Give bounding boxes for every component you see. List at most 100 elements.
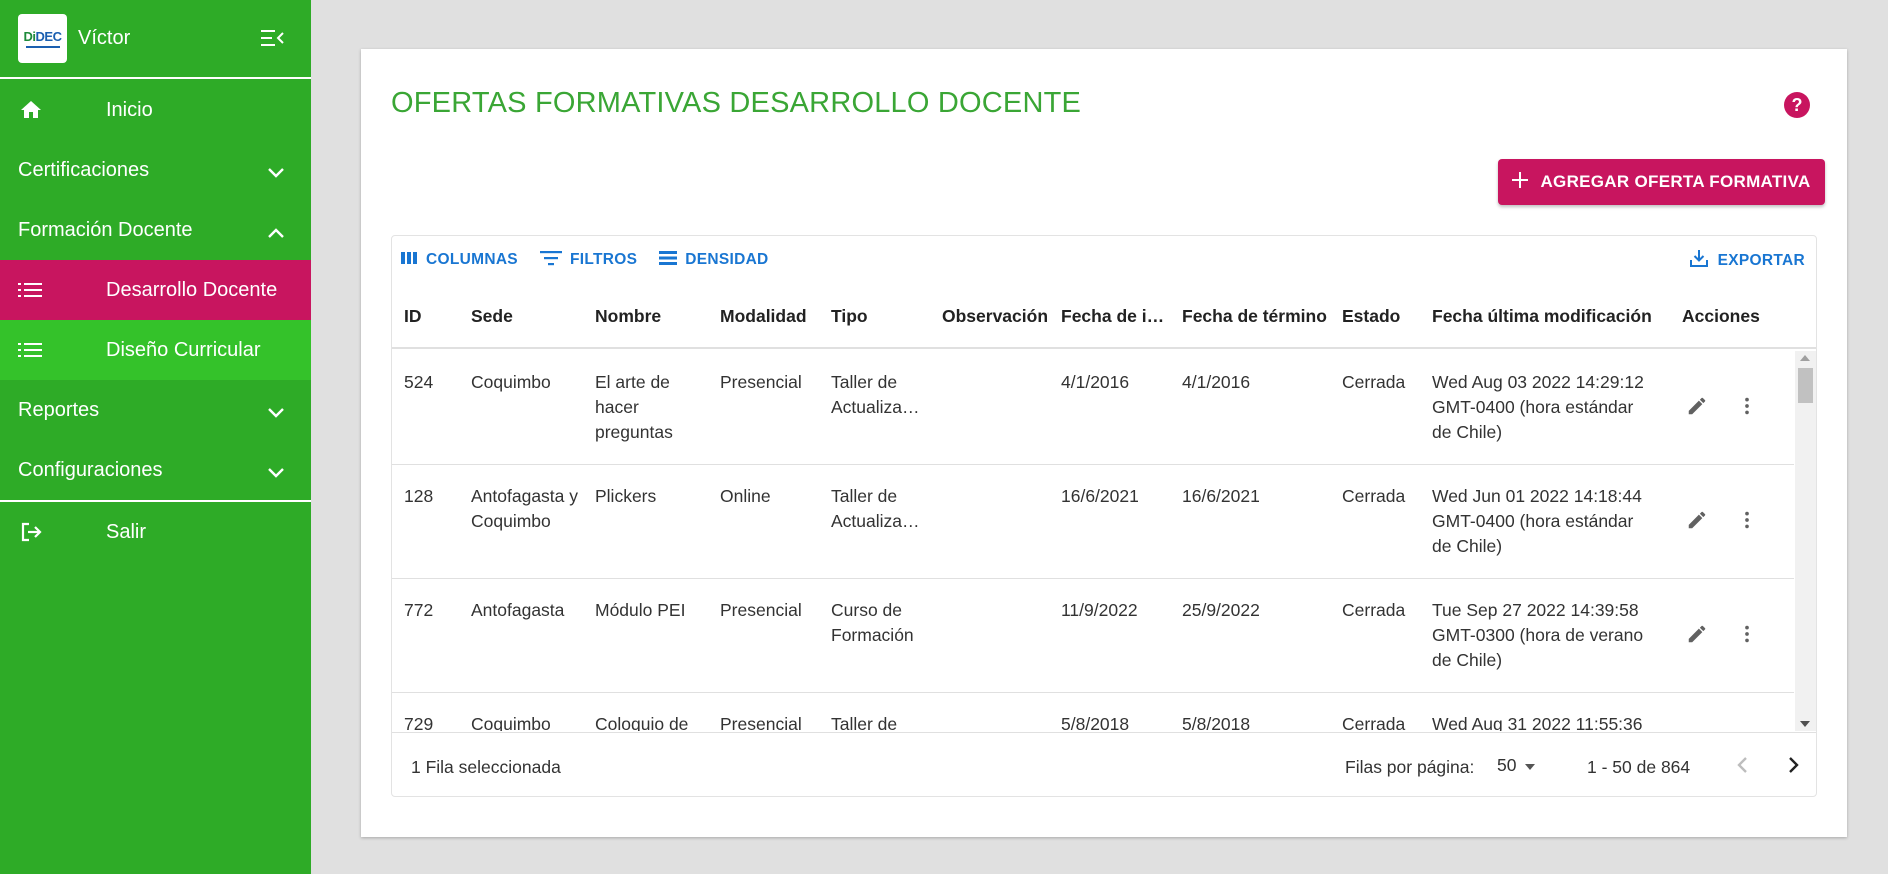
cell-modalidad: Online xyxy=(720,486,771,506)
filters-button[interactable]: FILTROS xyxy=(539,250,638,271)
cell-fecha-inicio: 5/8/2018 xyxy=(1061,714,1130,731)
column-header-sede[interactable]: Sede xyxy=(471,306,561,327)
cell-estado: Cerrada xyxy=(1342,714,1406,731)
cell-modalidad: Presencial xyxy=(720,714,802,731)
sidebar-header: DiDEC Víctor xyxy=(0,0,311,79)
scroll-down-icon[interactable] xyxy=(1800,721,1810,727)
chevron-right-icon[interactable] xyxy=(1782,754,1804,781)
plus-icon xyxy=(1512,171,1529,193)
home-icon xyxy=(18,98,48,122)
density-button[interactable]: DENSIDAD xyxy=(659,250,768,271)
cell-fecha-modificacion: Wed Jun 01 2022 14:18:44 GMT-0400 (hora … xyxy=(1432,486,1642,556)
add-offer-label: AGREGAR OFERTA FORMATIVA xyxy=(1540,172,1811,191)
more-vert-icon[interactable] xyxy=(1736,509,1758,536)
cell-sede: Coquimbo xyxy=(471,372,551,392)
export-label: EXPORTAR xyxy=(1717,251,1805,269)
cell-fecha-inicio: 16/6/2021 xyxy=(1061,486,1139,506)
menu-collapse-icon[interactable] xyxy=(261,28,285,53)
add-offer-button[interactable]: AGREGAR OFERTA FORMATIVA xyxy=(1498,159,1825,205)
cell-fecha-inicio: 4/1/2016 xyxy=(1061,372,1130,392)
column-header-acciones: Acciones xyxy=(1682,306,1760,326)
column-header-estado[interactable]: Estado xyxy=(1342,306,1422,327)
export-button[interactable]: EXPORTAR xyxy=(1689,249,1805,272)
cell-fecha-termino: 4/1/2016 xyxy=(1182,372,1251,392)
chevron-left-icon[interactable] xyxy=(1732,754,1754,781)
sidebar-item-label: Certificaciones xyxy=(18,158,150,181)
sidebar-item-configuraciones[interactable]: Configuraciones xyxy=(0,440,311,500)
data-grid: COLUMNAS FILTROS DENSIDAD EXPORTAR ID Se… xyxy=(391,235,1817,797)
cell-tipo: Taller de xyxy=(831,714,898,731)
sidebar-item-label: Desarrollo Docente xyxy=(106,278,278,301)
scrollbar-thumb[interactable] xyxy=(1798,368,1813,403)
cell-id: 772 xyxy=(404,600,434,620)
cell-estado: Cerrada xyxy=(1342,600,1406,620)
sidebar-item-label: Configuraciones xyxy=(18,458,163,481)
sidebar-item-certificaciones[interactable]: Certificaciones xyxy=(0,140,311,200)
cell-nombre: Coloquio de xyxy=(595,714,689,731)
scroll-up-icon[interactable] xyxy=(1800,355,1810,361)
sidebar-item-label: Inicio xyxy=(106,98,153,121)
edit-icon[interactable] xyxy=(1686,509,1708,536)
rows-per-page-select[interactable]: 50 xyxy=(1497,755,1536,776)
chevron-down-icon xyxy=(267,402,285,425)
sidebar-item-formacion-docente[interactable]: Formación Docente xyxy=(0,200,311,260)
column-header-fecha-modificacion[interactable]: Fecha última modificación xyxy=(1432,306,1662,327)
chevron-down-icon xyxy=(267,162,285,185)
sidebar-item-inicio[interactable]: Inicio xyxy=(0,80,311,140)
column-header-fecha-inicio[interactable]: Fecha de inicio xyxy=(1061,306,1172,327)
more-vert-icon[interactable] xyxy=(1736,623,1758,650)
columns-icon xyxy=(400,251,418,270)
cell-sede: Antofagasta y Coquimbo xyxy=(471,486,579,531)
chevron-down-icon xyxy=(267,462,285,485)
selected-rows-count: 1 Fila seleccionada xyxy=(411,757,561,777)
cell-nombre: Módulo PEI xyxy=(595,600,686,620)
column-header-nombre[interactable]: Nombre xyxy=(595,306,690,327)
edit-icon[interactable] xyxy=(1686,623,1708,650)
sidebar-item-label: Formación Docente xyxy=(18,218,193,241)
sidebar-item-salir[interactable]: Salir xyxy=(0,502,311,562)
cell-id: 729 xyxy=(404,714,434,731)
density-label: DENSIDAD xyxy=(685,251,769,268)
cell-id: 524 xyxy=(404,372,434,392)
cell-sede: Coquimbo xyxy=(471,714,551,731)
column-header-modalidad[interactable]: Modalidad xyxy=(720,306,820,327)
cell-fecha-modificacion: Tue Sep 27 2022 14:39:58 GMT-0300 (hora … xyxy=(1432,600,1644,670)
table-header: ID Sede Nombre Modalidad Tipo Observació… xyxy=(392,284,1816,349)
logo-text-blue: DEC xyxy=(35,29,62,44)
page-title: OFERTAS FORMATIVAS DESARROLLO DOCENTE xyxy=(391,87,1082,119)
sidebar-item-diseno-curricular[interactable]: Diseño Curricular xyxy=(0,320,311,380)
table-row[interactable]: 524 Coquimbo El arte de hacer preguntas … xyxy=(392,351,1794,465)
cell-modalidad: Presencial xyxy=(720,372,802,392)
list-icon xyxy=(18,342,48,358)
help-icon[interactable]: ? xyxy=(1783,91,1811,124)
column-header-id[interactable]: ID xyxy=(404,306,444,327)
sidebar-item-label: Diseño Curricular xyxy=(106,338,261,361)
cell-sede: Antofagasta xyxy=(471,600,565,620)
columns-button[interactable]: COLUMNAS xyxy=(400,251,518,270)
column-header-fecha-termino[interactable]: Fecha de término xyxy=(1182,306,1327,327)
sidebar-item-desarrollo-docente[interactable]: Desarrollo Docente xyxy=(0,260,311,320)
list-icon xyxy=(18,282,48,298)
table-row[interactable]: 772 Antofagasta Módulo PEI Presencial Cu… xyxy=(392,579,1794,693)
cell-id: 128 xyxy=(404,486,434,506)
column-header-observacion[interactable]: Observación xyxy=(942,306,1052,327)
sidebar-item-reportes[interactable]: Reportes xyxy=(0,380,311,440)
table-row[interactable]: 128 Antofagasta y Coquimbo Plickers Onli… xyxy=(392,465,1794,579)
logo: DiDEC xyxy=(18,14,67,63)
caret-down-icon xyxy=(1524,755,1536,776)
username: Víctor xyxy=(78,27,131,49)
sidebar: DiDEC Víctor Inicio Certificaciones Form… xyxy=(0,0,311,874)
cell-tipo: Curso de Formación xyxy=(831,600,914,645)
column-header-tipo[interactable]: Tipo xyxy=(831,306,911,327)
grid-toolbar: COLUMNAS FILTROS DENSIDAD EXPORTAR xyxy=(392,236,1816,284)
download-icon xyxy=(1689,249,1708,272)
filters-label: FILTROS xyxy=(569,251,638,268)
more-vert-icon[interactable] xyxy=(1736,395,1758,422)
rows-per-page-value: 50 xyxy=(1497,755,1517,775)
table-row[interactable]: 729 Coquimbo Coloquio de Presencial Tall… xyxy=(392,693,1794,731)
cell-nombre: Plickers xyxy=(595,486,657,506)
vertical-scrollbar[interactable] xyxy=(1795,351,1816,731)
main-card: OFERTAS FORMATIVAS DESARROLLO DOCENTE ? … xyxy=(361,49,1847,837)
density-icon xyxy=(659,250,678,271)
edit-icon[interactable] xyxy=(1686,395,1708,422)
